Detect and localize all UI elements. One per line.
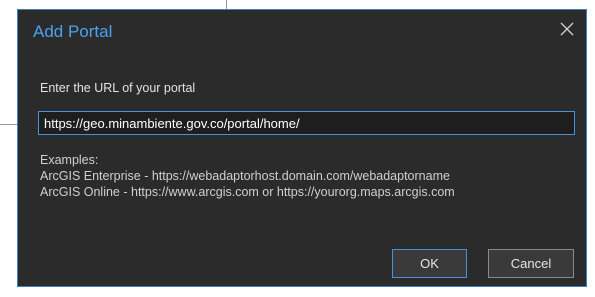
background-divider — [0, 124, 18, 125]
dialog-title: Add Portal — [33, 22, 113, 41]
url-prompt-label: Enter the URL of your portal — [40, 81, 196, 95]
examples-text: Examples: ArcGIS Enterprise - https://we… — [40, 152, 455, 200]
add-portal-dialog: Add Portal Enter the URL of your portal … — [17, 9, 587, 287]
example-enterprise: ArcGIS Enterprise - https://webadaptorho… — [40, 169, 450, 183]
close-icon — [560, 22, 574, 36]
cancel-button[interactable]: Cancel — [488, 249, 574, 278]
close-button[interactable] — [558, 20, 576, 38]
examples-heading: Examples: — [40, 153, 99, 167]
portal-url-input[interactable] — [38, 111, 575, 135]
example-online: ArcGIS Online - https://www.arcgis.com o… — [40, 185, 455, 199]
ok-button[interactable]: OK — [392, 249, 467, 278]
